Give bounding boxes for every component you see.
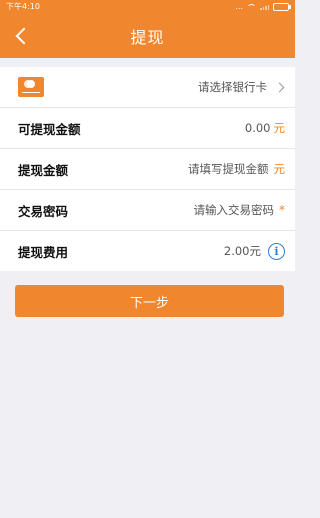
nav-bar: 提现	[0, 14, 295, 58]
page-title: 提现	[130, 28, 165, 47]
withdraw-amount-input[interactable]	[176, 161, 271, 177]
battery-icon	[273, 3, 291, 11]
signal-icon	[260, 4, 269, 10]
chevron-right-icon	[274, 82, 285, 92]
trade-password-input[interactable]	[182, 202, 276, 218]
bank-card-selector[interactable]: 请选择银行卡	[0, 67, 295, 108]
bank-card-icon	[18, 77, 44, 97]
status-bar: 下午4:10 ...	[0, 0, 295, 14]
withdraw-amount-row: 提现金额 元	[0, 149, 295, 190]
available-amount-value: 0.00	[244, 121, 271, 135]
withdraw-fee-row: 提现费用 2.00元 i	[0, 231, 295, 271]
available-amount-unit: 元	[273, 121, 286, 135]
available-amount-value-group: 0.00 元	[245, 120, 285, 136]
withdraw-fee-group: 2.00元 i	[223, 242, 285, 260]
withdraw-fee-value: 2.00元	[223, 244, 261, 258]
trade-password-row: 交易密码 *	[0, 190, 295, 231]
status-dots: ...	[235, 2, 243, 11]
withdraw-amount-group: 元	[176, 161, 286, 177]
available-amount-label: 可提现金额	[18, 121, 81, 137]
status-icons: ...	[235, 0, 291, 14]
withdraw-fee-label: 提现费用	[18, 244, 69, 260]
info-icon[interactable]: i	[268, 242, 285, 260]
required-marker: *	[279, 203, 285, 217]
back-arrow-icon[interactable]	[14, 26, 34, 46]
withdraw-amount-unit: 元	[273, 162, 286, 176]
bank-card-select[interactable]: 请选择银行卡	[198, 79, 285, 95]
withdraw-amount-label: 提现金额	[18, 162, 69, 178]
wifi-icon	[247, 4, 256, 10]
next-step-button[interactable]: 下一步	[15, 285, 284, 317]
trade-password-label: 交易密码	[18, 203, 69, 219]
withdraw-form: 请选择银行卡 可提现金额 0.00 元 提现金额 元 交易密码 * 提现费用 2…	[0, 67, 295, 271]
status-time: 下午4:10	[6, 2, 40, 11]
bank-card-placeholder: 请选择银行卡	[198, 80, 267, 94]
trade-password-group: *	[182, 202, 285, 218]
available-amount-row: 可提现金额 0.00 元	[0, 108, 295, 149]
